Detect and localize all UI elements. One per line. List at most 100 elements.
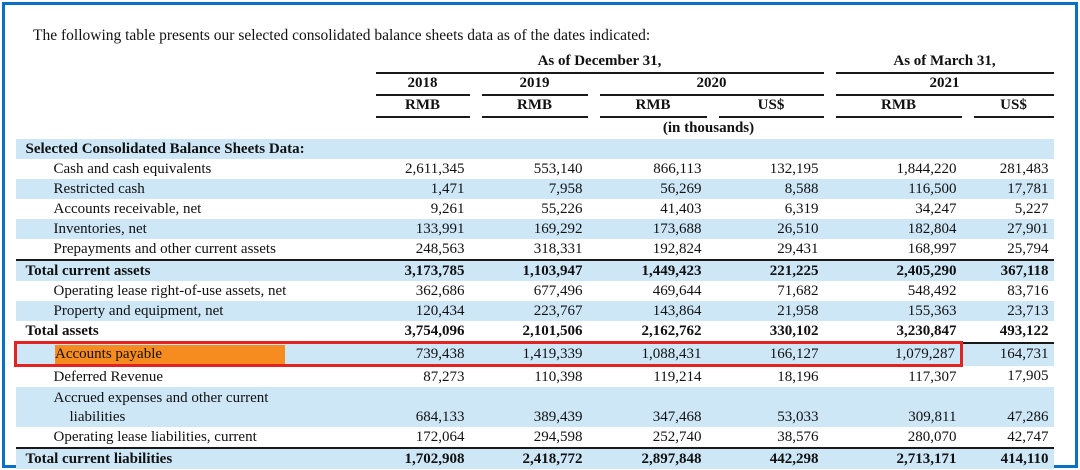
cell-value: 71,682	[707, 281, 824, 301]
cell-value: 18,196	[707, 366, 824, 388]
cell-value: 192,824	[588, 239, 707, 260]
header-group-row: As of December 31, As of March 31,	[16, 52, 1054, 74]
in-thousands-note: (in thousands)	[364, 118, 1054, 139]
cell-value: 1,471	[364, 179, 470, 199]
cell-value: 5,227	[962, 199, 1054, 219]
row-label: Cash and cash equivalents	[16, 159, 364, 179]
cell-value: 9,261	[364, 199, 470, 219]
cell-value: 2,713,171	[824, 448, 962, 469]
row-label: Accrued expenses and other current liabi…	[16, 387, 364, 427]
header-note-row: (in thousands)	[16, 118, 1054, 139]
year-header-2021: 2021	[836, 74, 1054, 96]
cell-value: 120,434	[364, 301, 470, 321]
cell-value: 27,901	[962, 219, 1054, 239]
cell-value: 168,997	[824, 239, 962, 260]
cell-value: 53,033	[707, 387, 824, 427]
cell-value: 2,101,506	[470, 321, 588, 343]
cell-value: 34,247	[824, 199, 962, 219]
row-label: Operating lease right-of-use assets, net	[16, 281, 364, 301]
cell-value: 132,195	[707, 159, 824, 179]
cell-value: 248,563	[364, 239, 470, 260]
table-row: Accounts receivable, net 9,261 55,226 41…	[16, 199, 1054, 219]
col-group-december: As of December 31,	[376, 52, 824, 74]
cell-value: 133,991	[364, 219, 470, 239]
cell-value: 182,804	[824, 219, 962, 239]
cell-value: 3,173,785	[364, 260, 470, 281]
cell-value: 739,438	[364, 343, 470, 366]
table-row: Restricted cash 1,471 7,958 56,269 8,588…	[16, 179, 1054, 199]
row-label: Selected Consolidated Balance Sheets Dat…	[16, 139, 364, 159]
cell-value: 83,716	[962, 281, 1054, 301]
document-page: { "intro": { "text": "The following tabl…	[0, 0, 1080, 470]
cell-value: 25,794	[962, 239, 1054, 260]
cell-value: 866,113	[588, 159, 707, 179]
header-year-row: 2018 2019 2020 2021	[16, 74, 1054, 96]
year-header-2020: 2020	[600, 74, 824, 96]
cell-value: 1,079,287	[824, 343, 962, 366]
cell-value: 143,864	[588, 301, 707, 321]
row-label-line1: Accrued expenses and other current	[54, 389, 364, 408]
row-label: Total assets	[16, 321, 364, 343]
cell-value: 309,811	[824, 387, 962, 427]
table-row: Property and equipment, net 120,434 223,…	[16, 301, 1054, 321]
row-label: Restricted cash	[16, 179, 364, 199]
cell-value: 469,644	[588, 281, 707, 301]
cell-value: 1,702,908	[364, 448, 470, 469]
row-label: Accounts receivable, net	[16, 199, 364, 219]
table-row: Operating lease liabilities, current 172…	[16, 427, 1054, 448]
cell-value: 281,483	[962, 159, 1054, 179]
cell-value: 110,398	[470, 366, 588, 388]
cell-value: 21,958	[707, 301, 824, 321]
cell-value: 119,214	[588, 366, 707, 388]
cell-value: 38,576	[707, 427, 824, 448]
cell-value: 367,118	[962, 260, 1054, 281]
table-row: Inventories, net 133,991 169,292 173,688…	[16, 219, 1054, 239]
cell-value: 41,403	[588, 199, 707, 219]
row-label: Total current liabilities	[16, 448, 364, 469]
balance-sheet-table: As of December 31, As of March 31, 2018 …	[14, 52, 1054, 469]
cell-value: 294,598	[470, 427, 588, 448]
cell-value: 8,588	[707, 179, 824, 199]
section-header-row: Selected Consolidated Balance Sheets Dat…	[16, 139, 1054, 159]
row-label: Accounts payable	[16, 343, 364, 366]
cell-value: 55,226	[470, 199, 588, 219]
cell-value: 2,162,762	[588, 321, 707, 343]
col-group-march: As of March 31,	[836, 52, 1054, 74]
table-row: Operating lease right-of-use assets, net…	[16, 281, 1054, 301]
cell-value: 1,419,339	[470, 343, 588, 366]
cell-value: 1,103,947	[470, 260, 588, 281]
cell-value: 2,897,848	[588, 448, 707, 469]
cell-value: 414,110	[962, 448, 1054, 469]
accounts-payable-highlight: Accounts payable	[55, 345, 285, 364]
cell-value: 169,292	[470, 219, 588, 239]
unit-header: RMB	[836, 96, 962, 118]
cell-value: 166,127	[707, 343, 824, 366]
cell-value: 7,958	[470, 179, 588, 199]
cell-value: 1,088,431	[588, 343, 707, 366]
year-header-2018: 2018	[376, 74, 470, 96]
cell-value: 3,230,847	[824, 321, 962, 343]
unit-header: US$	[719, 96, 824, 118]
year-header-2019: 2019	[482, 74, 588, 96]
cell-value: 318,331	[470, 239, 588, 260]
cell-value: 221,225	[707, 260, 824, 281]
row-label: Operating lease liabilities, current	[16, 427, 364, 448]
cell-value: 17,905	[962, 366, 1054, 388]
row-label: Total current assets	[16, 260, 364, 281]
total-current-liabilities-row: Total current liabilities 1,702,908 2,41…	[16, 448, 1054, 469]
row-label: Deferred Revenue	[16, 366, 364, 388]
cell-value: 223,767	[470, 301, 588, 321]
cell-value: 553,140	[470, 159, 588, 179]
accounts-payable-row: Accounts payable 739,438 1,419,339 1,088…	[16, 343, 1054, 366]
cell-value: 330,102	[707, 321, 824, 343]
cell-value: 17,781	[962, 179, 1054, 199]
row-label: Inventories, net	[16, 219, 364, 239]
cell-value: 493,122	[962, 321, 1054, 343]
row-label-line2: liabilities	[54, 408, 364, 427]
unit-header: RMB	[482, 96, 588, 118]
cell-value: 173,688	[588, 219, 707, 239]
cell-value: 6,319	[707, 199, 824, 219]
cell-value: 442,298	[707, 448, 824, 469]
cell-value: 155,363	[824, 301, 962, 321]
cell-value: 42,747	[962, 427, 1054, 448]
